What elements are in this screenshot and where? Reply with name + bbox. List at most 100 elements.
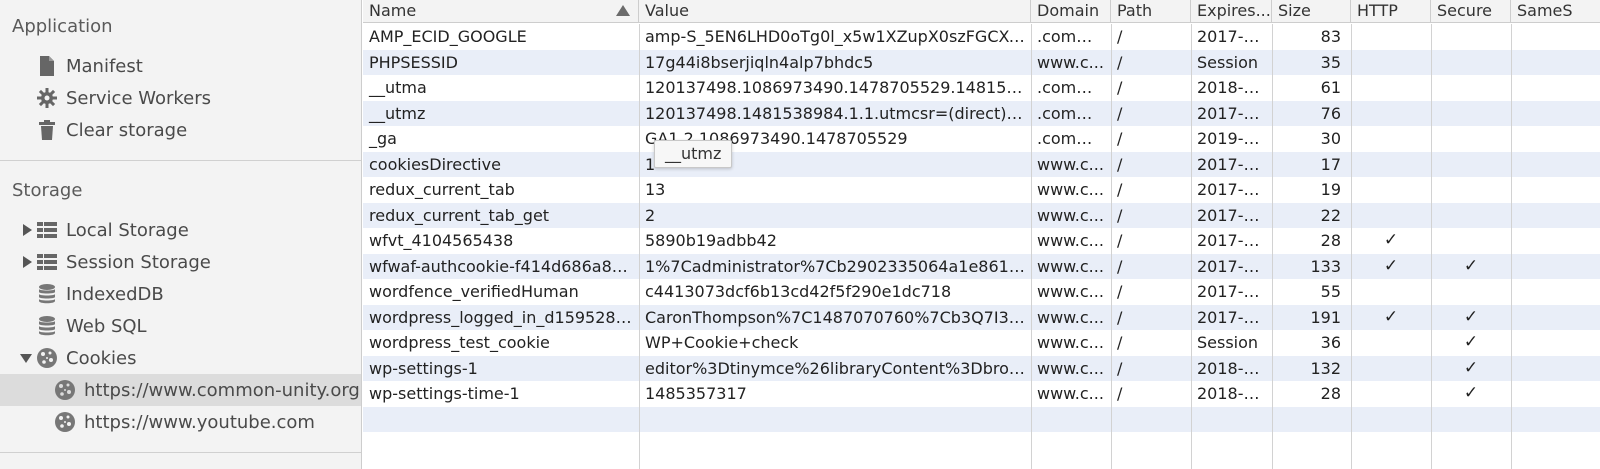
cell-domain: www.c... bbox=[1037, 256, 1104, 276]
column-header-expires[interactable]: Expires... bbox=[1191, 0, 1272, 23]
cell-domain: www.c... bbox=[1037, 154, 1104, 174]
cell-name: wordpress_test_cookie bbox=[369, 333, 550, 352]
cell-name: AMP_ECID_GOOGLE bbox=[369, 27, 527, 46]
sidebar-item-manifest[interactable]: Manifest bbox=[0, 50, 361, 82]
cell-expires: 2019-0... bbox=[1197, 129, 1269, 148]
cell-value: 5890b19adbb42 bbox=[645, 231, 777, 250]
cell-name: wfwaf-authcookie-f414d686a86... bbox=[369, 256, 638, 276]
table-row[interactable]: _ga GA1.2.1086973490.1478705529 .comm.../2… bbox=[363, 126, 1600, 152]
cell-domain: www.c... bbox=[1037, 180, 1104, 199]
sidebar-item-indexeddb[interactable]: IndexedDB bbox=[0, 278, 361, 310]
table-row[interactable]: wfvt_4104565438 5890b19adbb42 www.c... / 201… bbox=[363, 228, 1600, 254]
sidebar-item-local-storage[interactable]: Local Storage bbox=[0, 214, 361, 246]
sidebar-item-clear-storage[interactable]: Clear storage bbox=[0, 114, 361, 146]
sidebar-item-cookie-site-common-unity[interactable]: https://www.common-unity.org bbox=[0, 374, 361, 406]
cell-domain: .comm... bbox=[1037, 129, 1108, 148]
cell-secure bbox=[1431, 203, 1511, 229]
column-divider bbox=[1511, 24, 1512, 469]
column-header-value[interactable]: Value bbox=[639, 0, 1031, 23]
cookie-icon bbox=[54, 411, 76, 433]
cell-secure bbox=[1431, 75, 1511, 101]
sidebar-item-service-workers[interactable]: Service Workers bbox=[0, 82, 361, 114]
cell-name: wordpress_logged_in_d1595287... bbox=[369, 307, 639, 327]
table-row[interactable]: wfwaf-authcookie-f414d686a86... 1%7Cadmin… bbox=[363, 253, 1600, 279]
table-row[interactable]: PHPSESSID 17g44i8bserjiqln4alp7bhdc5 www.c… bbox=[363, 49, 1600, 75]
document-icon bbox=[36, 55, 58, 77]
cell-value: CaronThompson%7C1487070760%7Cb3Q7I3yu... bbox=[645, 307, 1031, 327]
cookie-icon bbox=[36, 347, 58, 369]
cell-expires: 2018-0... bbox=[1197, 358, 1269, 378]
cell-size: 61 bbox=[1320, 78, 1341, 97]
cell-http: ✓ bbox=[1383, 306, 1399, 327]
sidebar-item-label: https://www.common-unity.org bbox=[84, 379, 360, 401]
column-header-size[interactable]: Size bbox=[1272, 0, 1351, 23]
column-header-path[interactable]: Path bbox=[1111, 0, 1191, 23]
cell-expires: Session bbox=[1197, 333, 1259, 352]
cell-http bbox=[1351, 24, 1431, 50]
column-header-samesite[interactable]: SameS bbox=[1511, 0, 1600, 23]
cell-domain: .comm... bbox=[1037, 78, 1108, 97]
cell-secure bbox=[1431, 126, 1511, 152]
sidebar-item-label: Service Workers bbox=[66, 87, 212, 109]
column-divider bbox=[1191, 24, 1192, 469]
cell-path: / bbox=[1117, 129, 1123, 148]
sidebar-item-web-sql[interactable]: Web SQL bbox=[0, 310, 361, 342]
column-header-http[interactable]: HTTP bbox=[1351, 0, 1431, 23]
database-icon bbox=[36, 315, 58, 337]
cell-name: PHPSESSID bbox=[369, 52, 458, 72]
cell-expires: 2017-1... bbox=[1197, 154, 1269, 174]
cell-domain: .comm... bbox=[1037, 103, 1108, 123]
table-row[interactable]: redux_current_tab_get 2 www.c... / 2017-0...… bbox=[363, 202, 1600, 229]
cell-value: 1485357317 bbox=[645, 384, 747, 403]
sidebar-item-label: Manifest bbox=[66, 55, 143, 77]
column-divider bbox=[1031, 24, 1032, 469]
expand-arrow-icon[interactable] bbox=[20, 255, 34, 269]
cookie-name-tooltip: __utmz bbox=[654, 140, 732, 168]
column-header-secure[interactable]: Secure bbox=[1431, 0, 1511, 23]
sidebar-item-session-storage[interactable]: Session Storage bbox=[0, 246, 361, 278]
column-header-name[interactable]: Name bbox=[363, 0, 639, 23]
sidebar-item-cookie-site-youtube[interactable]: https://www.youtube.com bbox=[0, 406, 361, 438]
cell-secure bbox=[1431, 177, 1511, 203]
cell-size: 35 bbox=[1320, 52, 1341, 72]
column-divider bbox=[1272, 24, 1273, 469]
sidebar-divider bbox=[0, 452, 361, 453]
grid-icon bbox=[36, 251, 58, 273]
cell-size: 22 bbox=[1320, 205, 1341, 225]
cell-path: / bbox=[1117, 27, 1123, 46]
table-row[interactable]: redux_current_tab 13 www.c... / 2017-0... 19 bbox=[363, 177, 1600, 203]
cell-secure: ✓ bbox=[1463, 357, 1479, 378]
table-row[interactable]: cookiesDirective 1 www.c.../2017-1... 17 bbox=[363, 151, 1600, 177]
cell-http bbox=[1351, 126, 1431, 152]
cell-size: 83 bbox=[1320, 27, 1341, 46]
table-row[interactable]: wordpress_test_cookie WP+Cookie+check www.… bbox=[363, 330, 1600, 356]
cell-domain: .comm... bbox=[1037, 27, 1108, 46]
cell-path: / bbox=[1117, 333, 1123, 352]
cell-path: / bbox=[1117, 282, 1123, 301]
cell-http bbox=[1351, 381, 1431, 407]
column-header-label: Name bbox=[369, 1, 417, 20]
table-row[interactable]: wordfence_verifiedHuman c4413073dcf6b13cd… bbox=[363, 279, 1600, 305]
cell-size: 191 bbox=[1310, 307, 1341, 327]
sidebar-item-cookies[interactable]: Cookies bbox=[0, 342, 361, 374]
cell-value: 17g44i8bserjiqln4alp7bhdc5 bbox=[645, 52, 874, 72]
cell-path: / bbox=[1117, 358, 1123, 378]
table-row[interactable]: __utma 120137498.1086973490.1478705529.14… bbox=[363, 75, 1600, 101]
cell-expires: 2017-0... bbox=[1197, 180, 1269, 199]
cell-http: ✓ bbox=[1383, 255, 1399, 276]
table-row[interactable]: __utmz 120137498.1481538984.1.1.utmcsr=(d… bbox=[363, 100, 1600, 126]
expand-arrow-icon[interactable] bbox=[20, 223, 34, 237]
collapse-arrow-icon[interactable] bbox=[20, 351, 34, 365]
cell-name: __utmz bbox=[369, 103, 426, 123]
cell-domain: www.c... bbox=[1037, 52, 1104, 72]
trash-icon bbox=[36, 119, 58, 141]
table-row[interactable]: wordpress_logged_in_d1595287... CaronThom… bbox=[363, 304, 1600, 330]
cell-name: _ga bbox=[369, 129, 397, 148]
table-row[interactable]: wp-settings-1 editor%3Dtinymce%26libraryC… bbox=[363, 355, 1600, 381]
database-icon bbox=[36, 283, 58, 305]
sidebar-item-label: IndexedDB bbox=[66, 283, 164, 305]
table-row[interactable]: AMP_ECID_GOOGLE amp-S_5EN6LHD0oTg0l_x5w1X… bbox=[363, 24, 1600, 50]
cell-path: / bbox=[1117, 205, 1123, 225]
table-row[interactable]: wp-settings-time-1 1485357317 www.c... / 201… bbox=[363, 381, 1600, 407]
column-header-domain[interactable]: Domain bbox=[1031, 0, 1111, 23]
